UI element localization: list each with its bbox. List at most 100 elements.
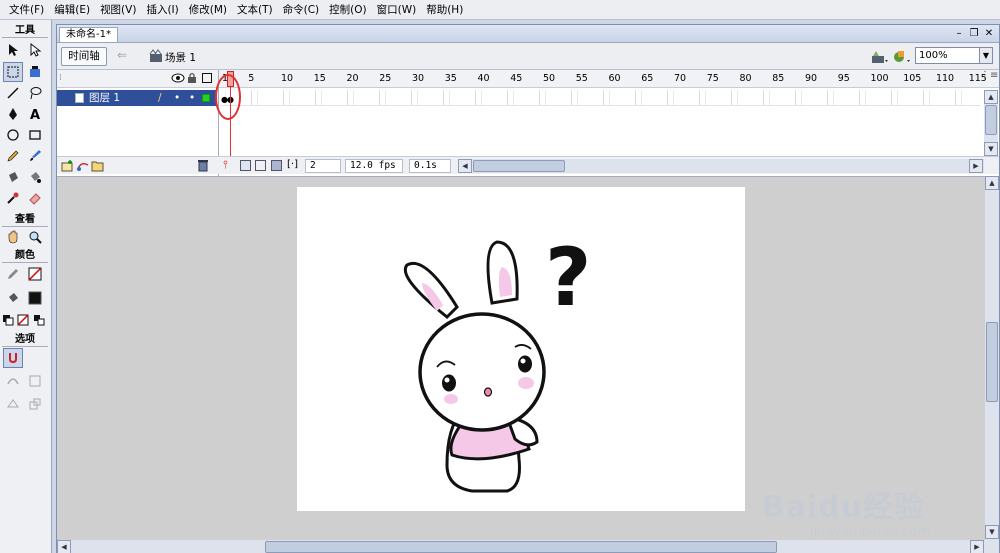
fill-color-icon[interactable]	[3, 288, 23, 308]
frame-number-label: 50	[542, 73, 556, 84]
annotation-circle	[215, 74, 241, 120]
timeline-toggle-button[interactable]: 时间轴	[61, 47, 107, 66]
menu-item-2[interactable]: 视图(V)	[95, 2, 141, 17]
swap-colors-icon[interactable]	[31, 310, 47, 330]
layer-icon	[75, 93, 84, 103]
stage-vscroll-thumb[interactable]	[986, 322, 998, 402]
timeline-scroll-left-icon[interactable]: ◀	[458, 159, 472, 173]
snap-magnet-icon[interactable]	[3, 348, 23, 368]
zoom-input[interactable]: 100%	[915, 47, 980, 64]
menu-item-0[interactable]: 文件(F)	[4, 2, 49, 17]
stage-hscroll-thumb[interactable]	[265, 541, 777, 553]
free-transform-tool-icon[interactable]	[3, 62, 23, 82]
timeline-hscroll[interactable]: ◀ ▶	[458, 159, 984, 173]
frame-ruler[interactable]: 1 5 10 15 20 25 30 35 40 45 50 55 60 65 70 75 80 85 90 95 10…	[220, 70, 990, 88]
minimize-icon[interactable]: –	[952, 27, 966, 41]
menu-item-1[interactable]: 编辑(E)	[49, 2, 95, 17]
timeline-scroll-right-icon[interactable]: ▶	[969, 159, 983, 173]
frame-number-label: 15	[313, 73, 326, 84]
menu-item-3[interactable]: 插入(I)	[141, 2, 183, 17]
frame-number-label: 30	[411, 73, 425, 84]
frame-number-label: 55	[575, 73, 588, 84]
document-window: 未命名-1* – ❐ ✕ 时间轴 ⇐ 场景 1 100% ▼ ⁞ 图层 1 / …	[56, 24, 1000, 553]
oval-tool-icon[interactable]	[3, 125, 23, 145]
stroke-color-swatch[interactable]	[25, 264, 45, 284]
frame-number-label: 25	[379, 73, 392, 84]
smooth-option-icon[interactable]	[3, 371, 23, 391]
frame-cells[interactable]	[220, 90, 980, 106]
stage-vscroll[interactable]: ▲ ▼	[985, 176, 999, 540]
menu-item-9[interactable]: 帮助(H)	[421, 2, 468, 17]
straighten-option-icon[interactable]	[25, 371, 45, 391]
rotate-option-icon[interactable]	[3, 394, 23, 414]
stage-scroll-down-icon[interactable]: ▼	[985, 525, 999, 539]
layer-color-swatch[interactable]	[202, 94, 210, 102]
zoom-tool-icon[interactable]	[25, 227, 45, 247]
modify-onion-markers-icon[interactable]: [·]	[287, 159, 298, 170]
close-icon[interactable]: ✕	[982, 27, 996, 41]
subselect-tool-icon[interactable]	[25, 40, 45, 60]
timeline-scroll-down-icon[interactable]: ▼	[984, 142, 998, 156]
lock-dot[interactable]: •	[189, 90, 195, 106]
add-guide-layer-icon[interactable]	[76, 159, 90, 175]
pen-tool-icon[interactable]	[3, 104, 23, 124]
frame-rate-readout[interactable]: 12.0 fps	[345, 159, 403, 173]
timeline-vscroll-thumb[interactable]	[985, 105, 997, 135]
menu-item-8[interactable]: 窗口(W)	[372, 2, 422, 17]
eyedropper-tool-icon[interactable]	[3, 188, 23, 208]
menu-item-6[interactable]: 命令(C)	[278, 2, 325, 17]
add-layer-icon[interactable]	[61, 159, 75, 175]
no-color-icon[interactable]	[15, 310, 31, 330]
frame-number-label: 80	[739, 73, 752, 84]
center-frame-icon[interactable]: ⫯	[223, 158, 228, 172]
ink-bottle-tool-icon[interactable]	[3, 167, 23, 187]
timeline-menu-icon[interactable]: ⋮≡	[980, 70, 998, 88]
menu-item-7[interactable]: 控制(O)	[324, 2, 371, 17]
pencil-tool-icon[interactable]	[3, 146, 23, 166]
stage-hscroll[interactable]: ◀ ▶	[57, 540, 999, 553]
fill-transform-tool-icon[interactable]	[25, 62, 45, 82]
layer-name: 图层 1	[89, 92, 121, 104]
menu-item-4[interactable]: 修改(M)	[184, 2, 232, 17]
menu-item-5[interactable]: 文本(T)	[232, 2, 278, 17]
add-folder-icon[interactable]	[91, 159, 105, 175]
lasso-tool-icon[interactable]	[25, 83, 45, 103]
edit-symbol-icon[interactable]	[871, 48, 889, 67]
onion-outline-icon[interactable]	[255, 160, 266, 171]
restore-icon[interactable]: ❐	[967, 27, 981, 41]
fill-color-swatch[interactable]	[25, 288, 45, 308]
timeline-vscroll[interactable]: ▲ ▼	[984, 90, 998, 156]
timeline-hscroll-thumb[interactable]	[473, 160, 565, 172]
edit-multiple-frames-icon[interactable]	[271, 160, 282, 171]
elapsed-time-readout: 0.1s	[409, 159, 451, 173]
paint-bucket-tool-icon[interactable]	[25, 167, 45, 187]
layer-row[interactable]: 图层 1 / • •	[57, 90, 217, 106]
zoom-dropdown-chevron-down-icon[interactable]: ▼	[979, 47, 993, 64]
edit-scene-icon[interactable]	[893, 48, 911, 67]
document-tab[interactable]: 未命名-1*	[59, 27, 118, 42]
stage-scroll-up-icon[interactable]: ▲	[985, 176, 999, 190]
timeline-scroll-up-icon[interactable]: ▲	[984, 90, 998, 104]
brush-tool-icon[interactable]	[25, 146, 45, 166]
arrow-tool-icon[interactable]	[3, 40, 23, 60]
hand-tool-icon[interactable]	[3, 227, 23, 247]
text-tool-icon[interactable]: A	[25, 104, 45, 124]
scale-option-icon[interactable]	[25, 394, 45, 414]
stage-scroll-left-icon[interactable]: ◀	[57, 540, 71, 553]
stage-scroll-right-icon[interactable]: ▶	[970, 540, 984, 553]
visible-dot[interactable]: •	[174, 90, 180, 106]
eraser-tool-icon[interactable]	[25, 188, 45, 208]
back-arrow-icon[interactable]: ⇐	[117, 48, 127, 62]
onion-skin-icon[interactable]	[240, 160, 251, 171]
rabbit-illustration[interactable]: ?	[297, 187, 745, 511]
trash-icon[interactable]	[197, 159, 209, 175]
scene-label[interactable]: 场景 1	[165, 50, 196, 65]
black-white-icon[interactable]	[0, 310, 16, 330]
frame-number-label: 10	[280, 73, 294, 84]
rectangle-tool-icon[interactable]	[25, 125, 45, 145]
line-tool-icon[interactable]	[3, 83, 23, 103]
frame-number-label: 40	[477, 73, 490, 84]
stage[interactable]: ?	[297, 187, 745, 511]
stroke-color-icon[interactable]	[3, 264, 23, 284]
frame-number-label: 20	[346, 73, 359, 84]
